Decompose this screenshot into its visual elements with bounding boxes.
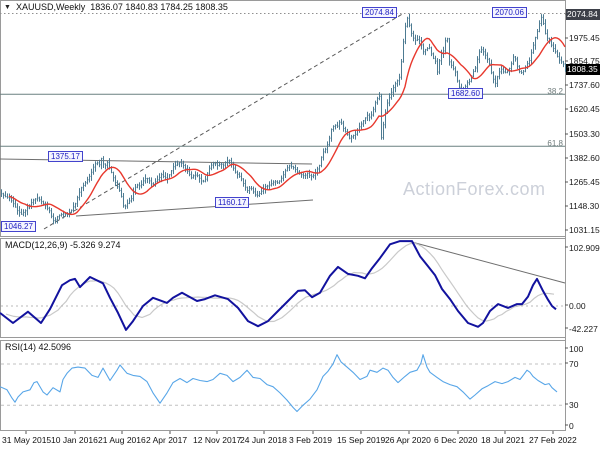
chart-title-row: ▼ XAUUSD,Weekly 1836.07 1840.83 1784.25 … (4, 2, 228, 12)
trendline-solid[interactable] (0, 158, 313, 165)
rsi-axis-label: 100 (569, 344, 584, 354)
date-axis-label: 31 May 2015 (2, 435, 52, 445)
chart-canvas[interactable] (0, 0, 600, 450)
price-axis-label: 1620.45 (569, 104, 600, 114)
fib-label-38.2: 38.2 (547, 87, 563, 96)
date-axis-label: 24 Jun 2018 (240, 435, 287, 445)
date-axis-label: 18 Jul 2021 (481, 435, 525, 445)
rsi-axis-label: 70 (569, 359, 579, 369)
macd-panel-frame (0, 238, 566, 338)
price-axis-label: 1503.30 (569, 129, 600, 139)
symbol-dropdown-icon[interactable]: ▼ (4, 3, 11, 12)
rsi-line[interactable] (0, 354, 558, 413)
date-axis-label: 21 Aug 2016 (98, 435, 146, 445)
date-axis-label: 26 Apr 2020 (385, 435, 431, 445)
symbol-label: XAUUSD,Weekly (15, 2, 86, 12)
macd-axis-label: -42.227 (569, 324, 598, 334)
price-axis-label: 1031.15 (569, 225, 600, 235)
level-label-1375.17[interactable]: 1375.17 (48, 151, 83, 162)
macd-axis-label: 0.00 (569, 301, 586, 311)
macd-indicator-label: MACD(12,26,9) -5.326 9.274 (5, 240, 121, 250)
date-axis-label: 6 Dec 2020 (434, 435, 478, 445)
date-axis-label: 10 Jan 2016 (51, 435, 98, 445)
fib-label-61.8: 61.8 (547, 139, 563, 148)
level-label-2070.06[interactable]: 2070.06 (492, 7, 527, 18)
date-axis-label: 2 Apr 2017 (146, 435, 188, 445)
date-axis-label: 3 Feb 2019 (289, 435, 333, 445)
price-marker-2074.84: 2074.84 (566, 9, 600, 20)
level-label-1046.27[interactable]: 1046.27 (1, 221, 36, 232)
price-axis-label: 1265.45 (569, 177, 600, 187)
actionforex-watermark: ActionForex.com (403, 179, 546, 199)
date-axis-label: 12 Nov 2017 (193, 435, 242, 445)
level-label-1160.17[interactable]: 1160.17 (215, 197, 250, 208)
price-marker-1808.35: 1808.35 (566, 64, 600, 75)
rsi-panel-frame (0, 340, 566, 431)
trading-chart-window: ▼ XAUUSD,Weekly 1836.07 1840.83 1784.25 … (0, 0, 600, 450)
price-axis-label: 1975.45 (569, 33, 600, 43)
trendline-solid[interactable] (407, 240, 566, 284)
rsi-axis-label: 0 (569, 421, 574, 431)
price-axis-label: 1148.30 (569, 201, 600, 211)
ohlc-values: 1836.07 1840.83 1784.25 1808.35 (90, 2, 228, 12)
macd-line[interactable] (0, 240, 557, 331)
date-axis-label: 15 Sep 2019 (337, 435, 386, 445)
trendline-solid[interactable] (75, 199, 314, 217)
rsi-axis-label: 30 (569, 400, 579, 410)
price-axis-label: 1382.60 (569, 153, 600, 163)
price-axis-label: 1737.60 (569, 80, 600, 90)
level-label-2074.84[interactable]: 2074.84 (362, 7, 397, 18)
date-axis-label: 27 Feb 2022 (529, 435, 577, 445)
level-label-1682.60[interactable]: 1682.60 (448, 88, 483, 99)
rsi-indicator-label: RSI(14) 42.5096 (5, 342, 72, 352)
macd-axis-label: 102.909 (569, 243, 600, 253)
main-panel-frame (0, 0, 566, 237)
